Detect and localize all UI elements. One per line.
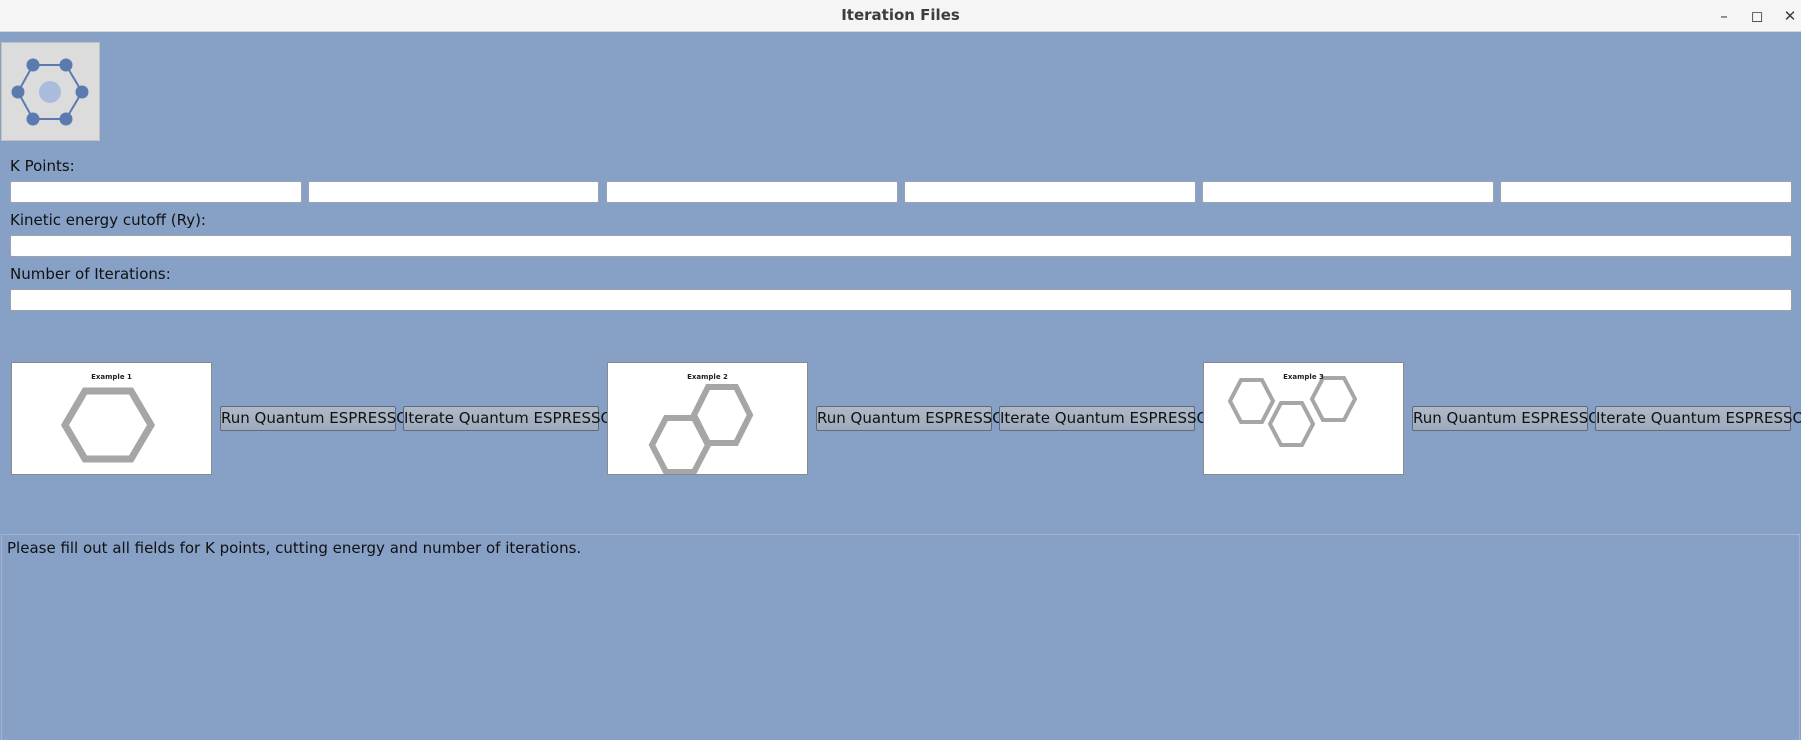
run-qe-button-1[interactable]: Run Quantum ESPRESSO: [220, 406, 408, 431]
iterate-qe-button-3[interactable]: Iterate Quantum ESPRESSO: [1595, 406, 1801, 431]
minimize-icon[interactable]: –: [1712, 4, 1736, 28]
ecut-label: Kinetic energy cutoff (Ry):: [10, 211, 206, 229]
example-2-title: Example 2: [687, 373, 728, 381]
iterations-label: Number of Iterations:: [10, 265, 171, 283]
run-qe-button-2[interactable]: Run Quantum ESPRESSO: [816, 406, 1004, 431]
kpoint-field-4[interactable]: [904, 181, 1196, 203]
iterate-qe-button-2[interactable]: Iterate Quantum ESPRESSO: [999, 406, 1208, 431]
window-title: Iteration Files: [841, 6, 960, 24]
example-1-image: Example 1: [11, 362, 212, 475]
kpoint-field-3[interactable]: [606, 181, 898, 203]
kpoint-field-6[interactable]: [1500, 181, 1792, 203]
kpoint-field-1[interactable]: [10, 181, 302, 203]
run-qe-button-3[interactable]: Run Quantum ESPRESSO: [1412, 406, 1600, 431]
kpoint-field-2[interactable]: [308, 181, 599, 203]
example-1-title: Example 1: [91, 373, 132, 381]
example-3-title: Example 3: [1283, 373, 1324, 381]
output-message: Please fill out all fields for K points,…: [7, 539, 582, 557]
kpoint-field-5[interactable]: [1202, 181, 1494, 203]
example-3-image: Example 3: [1203, 362, 1404, 475]
title-bar: Iteration Files – ◻ ✕: [0, 0, 1801, 32]
close-icon[interactable]: ✕: [1778, 4, 1801, 28]
output-log[interactable]: Please fill out all fields for K points,…: [1, 534, 1800, 740]
maximize-icon[interactable]: ◻: [1745, 4, 1769, 28]
iterate-qe-button-1[interactable]: Iterate Quantum ESPRESSO: [403, 406, 612, 431]
kpoints-label: K Points:: [10, 157, 75, 175]
ecut-field[interactable]: [10, 235, 1792, 257]
example-2-image: Example 2: [607, 362, 808, 475]
iterations-field[interactable]: [10, 289, 1792, 311]
molecule-logo-icon: [1, 42, 100, 141]
